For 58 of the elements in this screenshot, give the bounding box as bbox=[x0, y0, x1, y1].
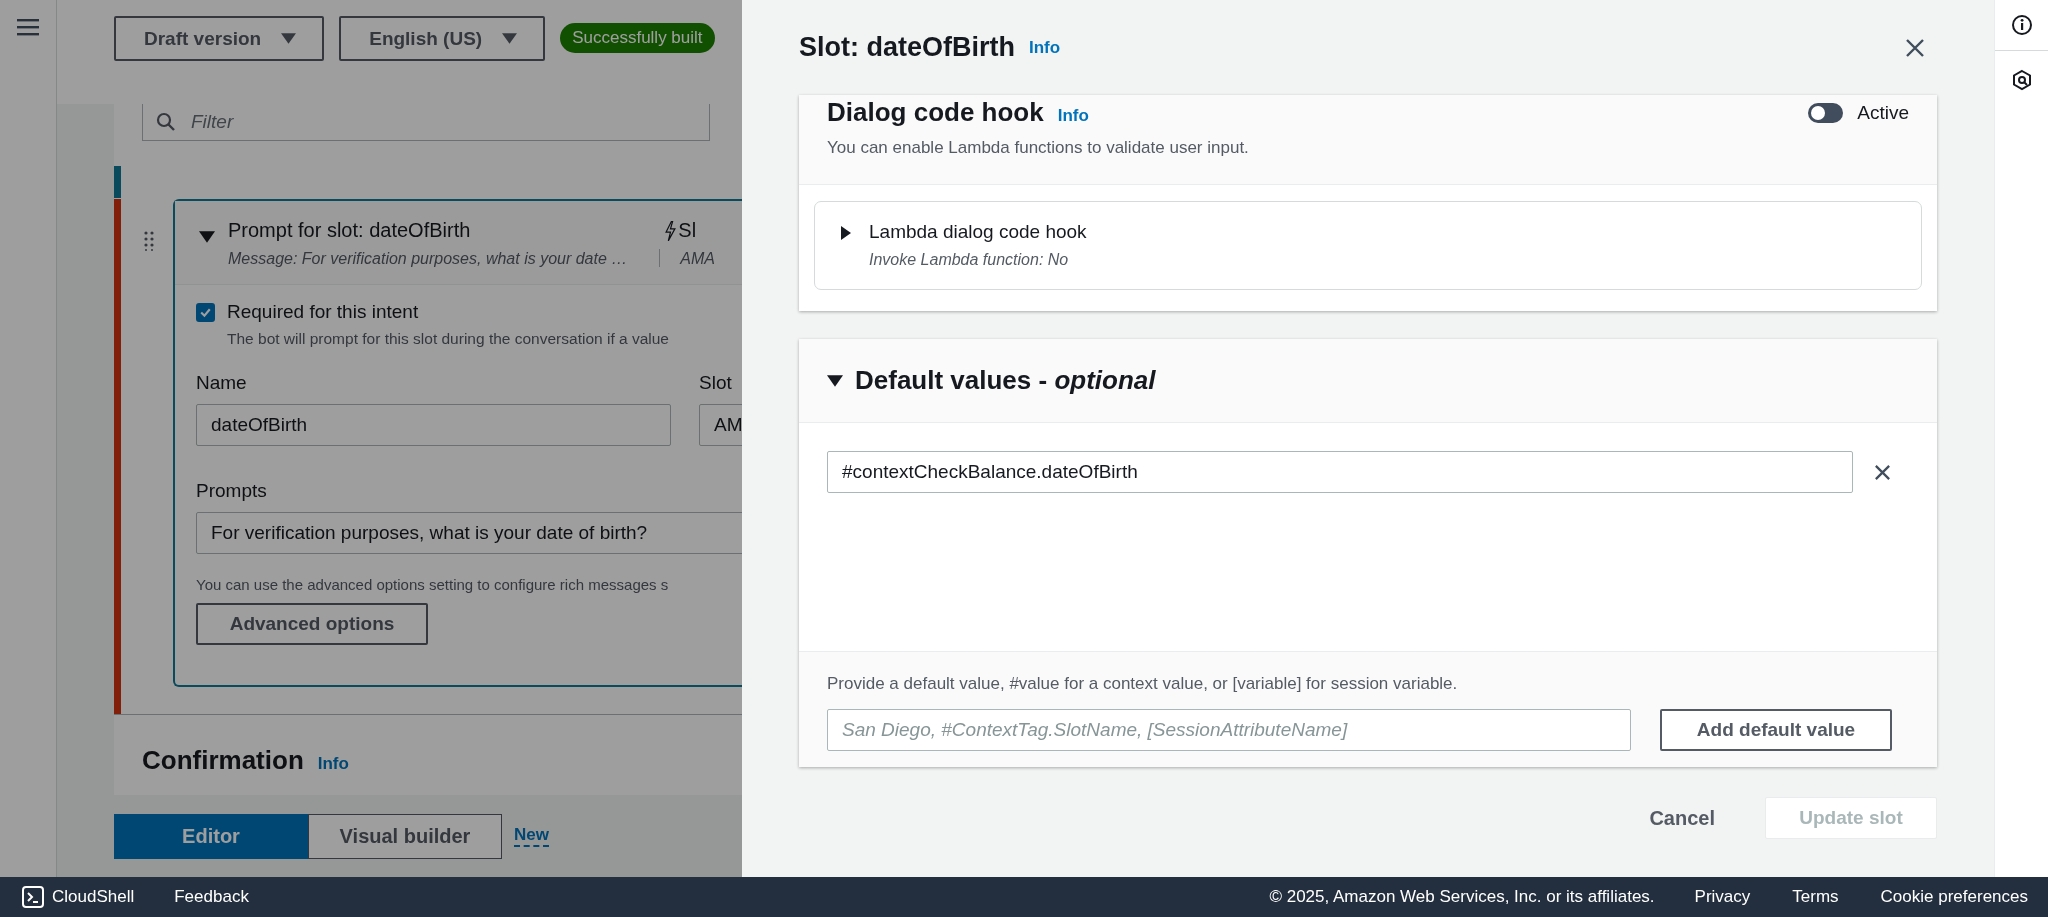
status-badge: Successfully built bbox=[560, 23, 715, 53]
view-tab[interactable]: Visual builder bbox=[308, 813, 502, 859]
expandable-subtitle: Invoke Lambda function: No bbox=[869, 251, 1070, 269]
section-title: Dialog code hook bbox=[827, 97, 1044, 128]
version-dropdown[interactable]: Draft version bbox=[114, 16, 325, 61]
default-value-field[interactable]: #contextCheckBalance.dateOfBirth bbox=[827, 451, 1853, 493]
prompt-field[interactable]: For verification purposes, what is your date of birth? bbox=[196, 512, 742, 554]
caret-icon bbox=[281, 33, 297, 44]
section-description: You can enable Lambda functions to validate user input. bbox=[827, 138, 1249, 158]
footer-link[interactable]: Cookie preferences bbox=[1880, 887, 2028, 907]
toggle-switch[interactable] bbox=[1808, 103, 1844, 123]
drag-handle-icon[interactable] bbox=[144, 231, 154, 251]
checkbox-label: Required for this intent bbox=[227, 301, 420, 323]
section-title: Default values - optional bbox=[855, 365, 1156, 396]
caret-icon[interactable] bbox=[827, 374, 843, 387]
checkbox-description: The bot will prompt for this slot during the conversation if a value bbox=[227, 330, 669, 348]
view-tab[interactable]: Editor bbox=[114, 813, 308, 859]
footer-link[interactable]: Terms bbox=[1792, 887, 1839, 907]
feedback-link[interactable]: Feedback bbox=[174, 887, 249, 907]
menu-icon[interactable] bbox=[17, 18, 39, 36]
field-label: Slot bbox=[699, 372, 733, 394]
info-link[interactable]: Info bbox=[317, 754, 349, 774]
terminal-icon bbox=[22, 886, 44, 908]
name-field[interactable]: dateOfBirth bbox=[196, 404, 671, 446]
info-icon[interactable] bbox=[2010, 14, 2033, 36]
section-title: Confirmation bbox=[142, 745, 304, 776]
hexagon-icon[interactable] bbox=[2010, 69, 2033, 91]
panel-title: Slot: dateOfBirth bbox=[799, 32, 1015, 63]
slot-type-title: Sl bbox=[678, 219, 697, 242]
toggle-label: Active bbox=[1857, 102, 1909, 124]
footer-link[interactable]: Privacy bbox=[1694, 887, 1751, 907]
field-label: Prompts bbox=[196, 480, 268, 502]
cancel-button[interactable]: Cancel bbox=[1643, 805, 1721, 831]
slot-title: Prompt for slot: dateOfBirth bbox=[228, 219, 472, 242]
add-default-value-button[interactable]: Add default value bbox=[1660, 709, 1892, 751]
advanced-options-button[interactable]: Advanced options bbox=[196, 603, 428, 645]
slot-type-field[interactable]: AM bbox=[699, 404, 742, 446]
slot-type-subtitle: AMA bbox=[680, 250, 715, 268]
info-link[interactable]: Info bbox=[1057, 106, 1089, 126]
expandable-title[interactable]: Lambda dialog code hook bbox=[869, 221, 1087, 243]
caret-icon bbox=[502, 33, 518, 44]
remove-icon[interactable] bbox=[1873, 462, 1892, 482]
caret-icon[interactable] bbox=[199, 231, 215, 243]
info-link[interactable]: Info bbox=[1029, 37, 1061, 58]
caret-icon[interactable] bbox=[841, 226, 851, 240]
checkbox[interactable] bbox=[196, 303, 215, 322]
default-value-input[interactable]: San Diego, #ContextTag.SlotName, [SessionAttributeName] bbox=[827, 709, 1631, 751]
copyright-text: © 2025, Amazon Web Services, Inc. or its affiliates. bbox=[1269, 887, 1655, 907]
cloudshell-link[interactable]: CloudShell bbox=[22, 886, 135, 908]
field-label: Name bbox=[196, 372, 248, 394]
slot-message: Message: For verification purposes, what is your date … bbox=[228, 250, 628, 268]
bolt-icon bbox=[665, 220, 677, 241]
filter-field[interactable]: Filter bbox=[142, 104, 710, 141]
close-icon[interactable] bbox=[1905, 37, 1925, 58]
hint-text: You can use the advanced options setting to configure rich messages s bbox=[196, 576, 670, 593]
hint-text: Provide a default value, #value for a context value, or [variable] for session variable. bbox=[827, 674, 1459, 694]
language-dropdown[interactable]: English (US) bbox=[339, 16, 546, 61]
search-icon bbox=[156, 112, 176, 132]
